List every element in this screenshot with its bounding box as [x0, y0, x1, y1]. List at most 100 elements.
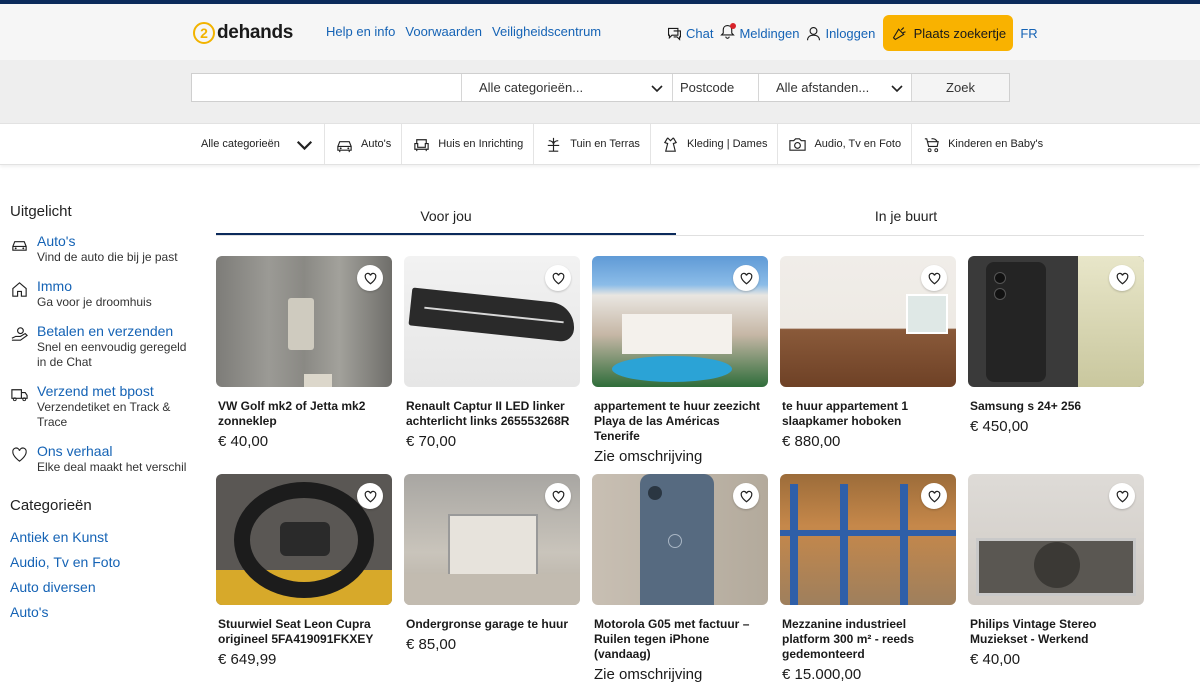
- heart-icon: [1116, 490, 1128, 502]
- nav-terms[interactable]: Voorwaarden: [405, 24, 482, 39]
- sidebar-category-link[interactable]: Audio, Tv en Foto: [10, 550, 190, 575]
- favorite-button[interactable]: [1109, 265, 1135, 291]
- favorite-button[interactable]: [1109, 483, 1135, 509]
- listing-price: Zie omschrijving: [594, 448, 703, 465]
- nav-help[interactable]: Help en info: [326, 24, 395, 39]
- language-switch[interactable]: FR: [1020, 26, 1037, 41]
- logo[interactable]: 2 dehands: [193, 22, 293, 44]
- listing-card[interactable]: Philips Vintage Stereo Muziekset - Werke…: [968, 474, 1144, 676]
- featured-bpost[interactable]: Verzend met bpost Verzendetiket en Track…: [10, 383, 190, 430]
- favorite-button[interactable]: [545, 265, 571, 291]
- heart-icon: [12, 447, 27, 462]
- login-label: Inloggen: [825, 25, 876, 41]
- featured-story[interactable]: Ons verhaal Elke deal maakt het verschil: [10, 443, 190, 475]
- favorite-button[interactable]: [921, 483, 947, 509]
- search-input[interactable]: [192, 74, 462, 101]
- favorite-button[interactable]: [357, 265, 383, 291]
- listing-card[interactable]: Stuurwiel Seat Leon Cupra origineel 5FA4…: [216, 474, 392, 676]
- listing-photo: [968, 474, 1144, 605]
- nav-safety[interactable]: Veiligheidscentrum: [492, 24, 601, 39]
- sidebar-category-link[interactable]: Auto diversen: [10, 575, 190, 600]
- chevron-down-icon: [891, 84, 903, 92]
- listing-card[interactable]: Renault Captur II LED linker achterlicht…: [404, 256, 580, 458]
- car-icon: [12, 241, 27, 251]
- listing-photo: [780, 256, 956, 387]
- heart-icon: [740, 272, 752, 284]
- clothing-icon: [663, 136, 677, 152]
- featured-heading: Uitgelicht: [10, 203, 72, 220]
- category-home[interactable]: Huis en Inrichting: [402, 124, 535, 164]
- listing-card[interactable]: Ondergronse garage te huur € 85,00: [404, 474, 580, 676]
- login-link[interactable]: Inloggen: [805, 25, 875, 42]
- heart-icon: [552, 272, 564, 284]
- category-garden[interactable]: Tuin en Terras: [534, 124, 651, 164]
- tab-for-you[interactable]: Voor jou: [216, 196, 676, 235]
- listing-photo: [592, 256, 768, 387]
- listing-price: € 450,00: [970, 418, 1029, 435]
- listing-title: appartement te huur zeezicht Playa de la…: [594, 399, 761, 443]
- listing-card[interactable]: appartement te huur zeezicht Playa de la…: [592, 256, 768, 465]
- distance-select[interactable]: Alle afstanden...: [759, 74, 912, 101]
- category-bar: Alle categorieën Auto's Huis en Inrichti…: [0, 123, 1200, 165]
- sidebar-category-link[interactable]: Antiek en Kunst: [10, 525, 190, 550]
- category-select[interactable]: Alle categorieën...: [462, 74, 673, 101]
- favorite-button[interactable]: [545, 483, 571, 509]
- listing-price: € 649,99: [218, 651, 277, 668]
- featured-cars-title[interactable]: Auto's: [37, 233, 178, 250]
- all-categories-dropdown[interactable]: Alle categorieën: [191, 124, 325, 164]
- featured-payment[interactable]: Betalen en verzenden Snel en eenvoudig g…: [10, 323, 190, 370]
- listing-grid: VW Golf mk2 of Jetta mk2 zonneklep € 40,…: [216, 256, 1146, 683]
- garden-icon: [548, 137, 560, 152]
- camera-icon: [789, 137, 807, 151]
- listing-photo: [780, 474, 956, 605]
- house-icon: [12, 282, 27, 297]
- header-nav: Help en info Voorwaarden Veiligheidscent…: [326, 24, 601, 39]
- category-kids-label: Kinderen en Baby's: [948, 138, 1044, 150]
- featured-story-title[interactable]: Ons verhaal: [37, 443, 186, 460]
- search-button[interactable]: Zoek: [912, 74, 1009, 101]
- logo-mark: 2: [193, 22, 215, 44]
- featured-immo-title[interactable]: Immo: [37, 278, 152, 295]
- stroller-icon: [924, 137, 939, 152]
- tab-nearby[interactable]: In je buurt: [676, 196, 1136, 235]
- megaphone-icon: [892, 26, 906, 40]
- listing-title: Mezzanine industrieel platform 300 m² - …: [782, 617, 915, 661]
- category-home-label: Huis en Inrichting: [438, 138, 524, 150]
- favorite-button[interactable]: [733, 265, 759, 291]
- category-clothing-label: Kleding | Dames: [686, 138, 768, 150]
- category-clothing[interactable]: Kleding | Dames: [651, 124, 779, 164]
- distance-select-label: Alle afstanden...: [776, 80, 870, 95]
- favorite-button[interactable]: [357, 483, 383, 509]
- post-ad-button[interactable]: Plaats zoekertje: [883, 15, 1014, 51]
- featured-cars[interactable]: Auto's Vind de auto die bij je past: [10, 233, 190, 265]
- listing-title: Stuurwiel Seat Leon Cupra origineel 5FA4…: [218, 617, 374, 646]
- category-select-label: Alle categorieën...: [479, 80, 584, 95]
- listing-price: Zie omschrijving: [594, 666, 703, 683]
- featured-immo[interactable]: Immo Ga voor je droomhuis: [10, 278, 190, 310]
- featured-bpost-subtitle: Verzendetiket en Track & Trace: [37, 400, 171, 429]
- favorite-button[interactable]: [733, 483, 759, 509]
- post-ad-label: Plaats zoekertje: [913, 25, 1007, 41]
- favorite-button[interactable]: [921, 265, 947, 291]
- notifications-label: Meldingen: [739, 25, 800, 41]
- chevron-down-icon: [651, 84, 663, 92]
- featured-story-subtitle: Elke deal maakt het verschil: [37, 460, 187, 474]
- listing-title: Samsung s 24+ 256: [970, 399, 1082, 413]
- listing-card[interactable]: te huur appartement 1 slaapkamer hoboken…: [780, 256, 956, 458]
- listing-card[interactable]: Mezzanine industrieel platform 300 m² - …: [780, 474, 956, 683]
- postcode-input[interactable]: Postcode: [673, 74, 759, 101]
- listing-card[interactable]: VW Golf mk2 of Jetta mk2 zonneklep € 40,…: [216, 256, 392, 458]
- listing-price: € 85,00: [406, 636, 457, 653]
- category-cars[interactable]: Auto's: [325, 124, 403, 164]
- featured-payment-title[interactable]: Betalen en verzenden: [37, 323, 190, 340]
- listing-card[interactable]: Motorola G05 met factuur – Ruilen tegen …: [592, 474, 768, 683]
- listing-photo: [968, 256, 1144, 387]
- listing-photo: [216, 474, 392, 605]
- category-kids[interactable]: Kinderen en Baby's: [912, 124, 1053, 164]
- notifications-link[interactable]: Meldingen: [719, 23, 799, 43]
- category-audio[interactable]: Audio, Tv en Foto: [778, 124, 913, 164]
- chat-link[interactable]: Chat: [666, 25, 713, 42]
- sidebar-category-link[interactable]: Auto's: [10, 600, 190, 625]
- listing-card[interactable]: Samsung s 24+ 256 € 450,00: [968, 256, 1144, 458]
- featured-bpost-title[interactable]: Verzend met bpost: [37, 383, 190, 400]
